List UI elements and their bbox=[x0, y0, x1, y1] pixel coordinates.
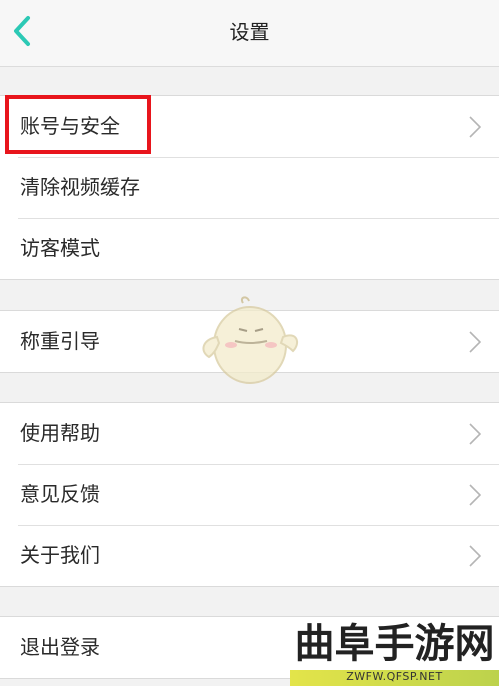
settings-group-support: 使用帮助 意见反馈 关于我们 bbox=[0, 402, 499, 587]
settings-group-weighing: 称重引导 bbox=[0, 310, 499, 373]
row-label: 意见反馈 bbox=[20, 482, 100, 506]
row-visitor-mode[interactable]: 访客模式 bbox=[0, 218, 499, 279]
settings-group-logout: 退出登录 bbox=[0, 616, 499, 679]
chevron-right-icon bbox=[469, 545, 481, 567]
row-weighing-guide[interactable]: 称重引导 bbox=[0, 311, 499, 372]
top-bar: 设置 bbox=[0, 0, 499, 67]
row-label: 清除视频缓存 bbox=[20, 175, 140, 199]
row-feedback[interactable]: 意见反馈 bbox=[0, 464, 499, 525]
row-label: 账号与安全 bbox=[20, 114, 120, 138]
row-label: 称重引导 bbox=[20, 329, 100, 353]
row-logout[interactable]: 退出登录 bbox=[0, 617, 499, 678]
row-label: 使用帮助 bbox=[20, 421, 100, 445]
row-label: 访客模式 bbox=[20, 236, 100, 260]
chevron-right-icon bbox=[469, 116, 481, 138]
row-about-us[interactable]: 关于我们 bbox=[0, 525, 499, 586]
row-help[interactable]: 使用帮助 bbox=[0, 403, 499, 464]
row-label: 关于我们 bbox=[20, 543, 100, 567]
chevron-right-icon bbox=[469, 331, 481, 353]
chevron-right-icon bbox=[469, 423, 481, 445]
page-title: 设置 bbox=[229, 20, 270, 44]
row-account-security[interactable]: 账号与安全 bbox=[0, 96, 499, 157]
chevron-right-icon bbox=[469, 484, 481, 506]
row-clear-video-cache[interactable]: 清除视频缓存 bbox=[0, 157, 499, 218]
settings-group-account: 账号与安全 清除视频缓存 访客模式 bbox=[0, 95, 499, 280]
row-label: 退出登录 bbox=[20, 635, 100, 659]
